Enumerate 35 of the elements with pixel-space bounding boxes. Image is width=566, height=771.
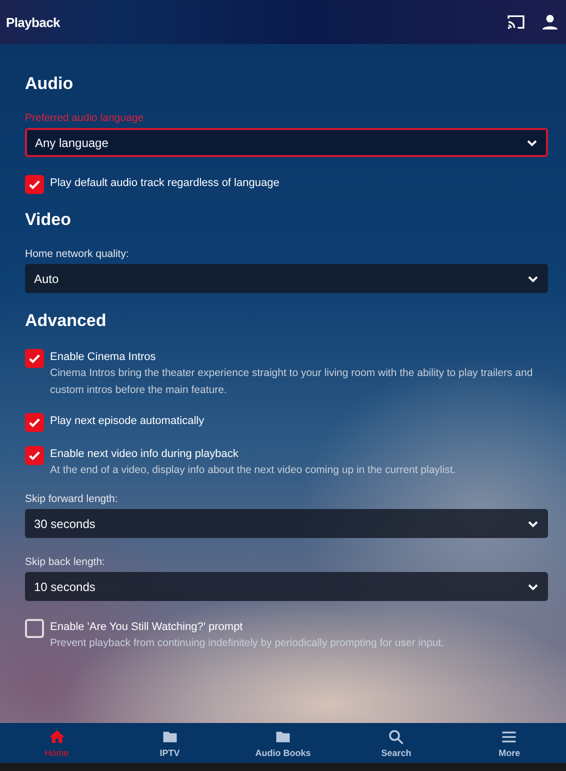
section-heading: Advanced (25, 311, 108, 331)
section-heading: Video (25, 210, 72, 230)
user-icon[interactable] (540, 12, 560, 32)
field-label: Skip back length: (25, 556, 106, 568)
setting-description: Prevent playback from continuing indefinitely by periodically prompting for user input. (50, 636, 444, 651)
checkbox-label: Enable next video info during playback (50, 448, 240, 460)
checkbox[interactable] (25, 175, 44, 194)
section-heading: Audio (25, 74, 74, 94)
page-title: Playback (6, 14, 62, 30)
nav-tab[interactable]: More (452, 723, 566, 763)
search-icon (387, 728, 406, 746)
checkbox[interactable] (25, 349, 44, 368)
checkbox-label: Enable Cinema Intros (50, 351, 157, 363)
checkbox[interactable] (25, 413, 44, 432)
checkmark-icon (28, 178, 41, 191)
checkbox-label: Play next episode automatically (50, 415, 204, 427)
checkmark-icon (28, 416, 41, 429)
checkbox-label: Enable 'Are You Still Watching?' prompt (50, 621, 244, 633)
checkmark-icon (28, 449, 41, 462)
nav-tab[interactable]: IPTV (113, 723, 226, 763)
dropdown[interactable]: Any language (25, 128, 548, 157)
checkbox-label: Play default audio track regardless of language (50, 177, 280, 189)
setting-description: At the end of a video, display info about the next video coming up in the current playlist. (50, 463, 456, 478)
checkmark-icon (28, 352, 41, 365)
field-label: Home network quality: (25, 248, 130, 260)
field-label: Skip forward length: (25, 493, 119, 505)
nav-tab[interactable]: Search (340, 723, 453, 763)
field-label: Preferred audio language (25, 112, 145, 124)
setting-description: Cinema Intros bring the theater experience straight to your living room with the ability to play trailers and custom intros before the main feature. (50, 366, 534, 398)
nav-tab[interactable]: Audio Books (226, 723, 340, 763)
dropdown[interactable]: 30 seconds (25, 509, 548, 538)
dropdown[interactable]: 10 seconds (25, 572, 548, 601)
checkbox[interactable] (25, 446, 44, 465)
dropdown[interactable]: Auto (25, 264, 548, 293)
home-icon (48, 728, 66, 746)
